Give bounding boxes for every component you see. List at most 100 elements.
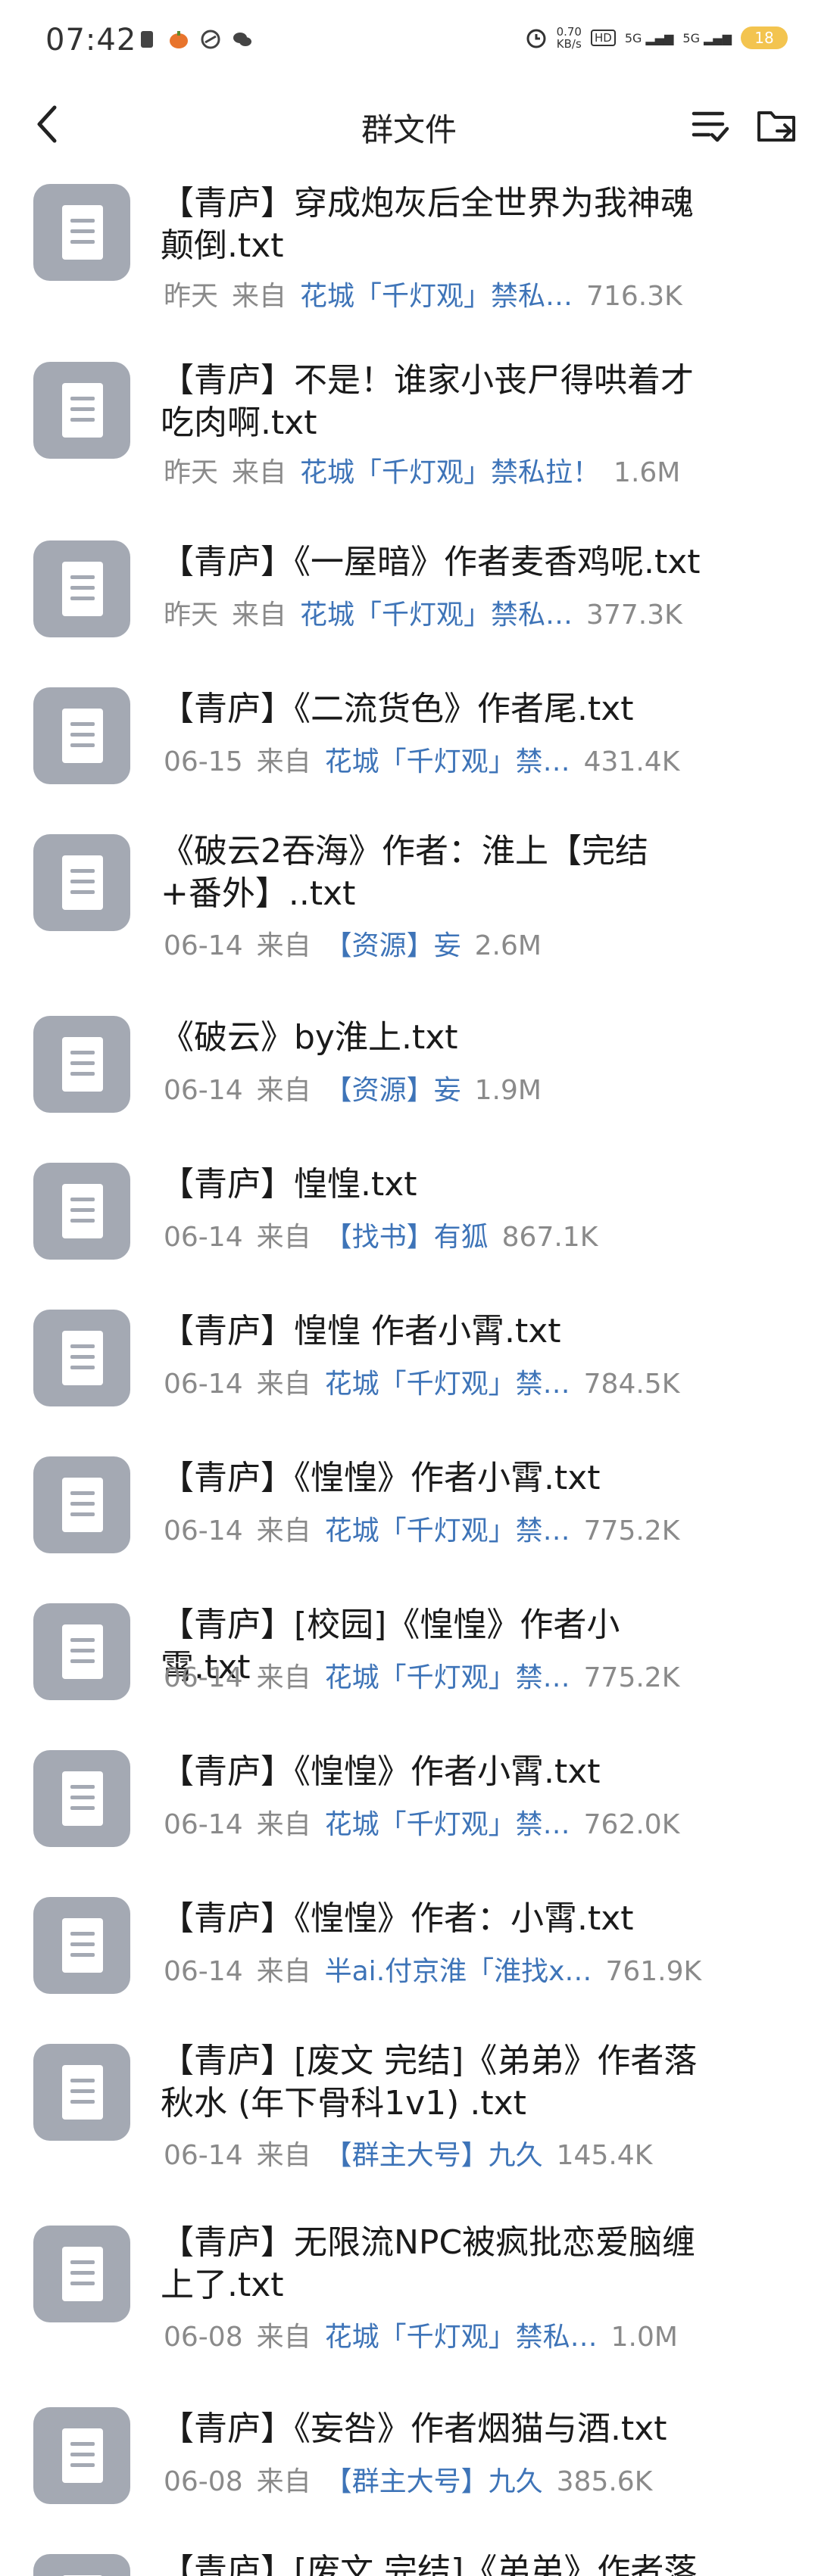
file-from-label: 来自 bbox=[256, 1809, 311, 1840]
file-date: 昨天 bbox=[164, 281, 219, 312]
file-source[interactable]: 花城「千灯观」禁… bbox=[325, 1369, 570, 1400]
document-icon bbox=[33, 1456, 130, 1553]
file-name: 【青庐】无限流NPC被疯批恋爱脑缠上了.txt bbox=[161, 2223, 696, 2304]
folder-manage-button[interactable] bbox=[753, 101, 801, 150]
file-name: 【青庐】《惶惶》作者小霄.txt bbox=[161, 1459, 601, 1497]
file-from-label: 来自 bbox=[232, 600, 287, 631]
file-source[interactable]: 【资源】妄 bbox=[325, 1075, 461, 1106]
file-row[interactable]: 【青庐】[废文 完结]《弟弟》作者落 bbox=[0, 2541, 818, 2576]
file-source[interactable]: 花城「千灯观」禁… bbox=[325, 746, 570, 777]
network-speed: 0.70 KB/s bbox=[557, 26, 582, 50]
multi-select-button[interactable] bbox=[686, 101, 735, 150]
file-date: 06-14 bbox=[164, 1075, 243, 1106]
file-date: 06-14 bbox=[164, 1222, 243, 1253]
file-name: 《破云》by淮上.txt bbox=[161, 1018, 458, 1057]
file-size: 385.6K bbox=[556, 2466, 653, 2497]
file-meta: 06-14 来自 【找书】有狐 867.1K bbox=[164, 1221, 598, 1254]
file-size: 716.3K bbox=[586, 281, 682, 312]
battery-indicator: 18 bbox=[741, 26, 788, 49]
file-row[interactable]: 【青庐】[废文 完结]《弟弟》作者落秋水 (年下骨科1v1) .txt 06-1… bbox=[0, 2031, 818, 2213]
file-date: 06-14 bbox=[164, 1809, 243, 1840]
file-from-label: 来自 bbox=[256, 746, 311, 777]
file-name: 【青庐】惶惶.txt bbox=[161, 1165, 417, 1204]
file-row[interactable]: 【青庐】[校园]《惶惶》作者小霄.txt 06-14 来自 花城「千灯观」禁… 775… bbox=[0, 1590, 818, 1737]
file-from-label: 来自 bbox=[256, 1662, 311, 1693]
signal-5g-2-label: 5G bbox=[682, 30, 700, 45]
file-source[interactable]: 花城「千灯观」禁私… bbox=[325, 2322, 598, 2353]
file-row[interactable]: 【青庐】惶惶.txt 06-14 来自 【找书】有狐 867.1K bbox=[0, 1150, 818, 1297]
file-size: 867.1K bbox=[501, 1222, 598, 1253]
status-bar: 07:42 0.70 KB/s HD 5G ▂▄▆ 5G ▂▄▆ 18 bbox=[0, 0, 818, 91]
file-source[interactable]: 【找书】有狐 bbox=[325, 1222, 489, 1253]
file-row[interactable]: 【青庐】《一屋暗》作者麦香鸡呢.txt 昨天 来自 花城「千灯观」禁私… 377.3K bbox=[0, 528, 818, 674]
file-meta: 06-14 来自 【群主大号】九久 145.4K bbox=[164, 2139, 652, 2173]
file-size: 2.6M bbox=[474, 930, 542, 961]
file-size: 1.0M bbox=[610, 2322, 678, 2353]
file-row[interactable]: 《破云2吞海》作者：淮上【完结+番外】..txt 06-14 来自 【资源】妄 2.6… bbox=[0, 821, 818, 1003]
file-source[interactable]: 花城「千灯观」禁私… bbox=[300, 600, 573, 631]
file-name: 【青庐】《惶惶》作者：小霄.txt bbox=[161, 1899, 634, 1938]
file-source[interactable]: 花城「千灯观」禁… bbox=[325, 1662, 570, 1693]
file-name: 【青庐】[废文 完结]《弟弟》作者落秋水 (年下骨科1v1) .txt bbox=[161, 2042, 698, 2123]
file-size: 377.3K bbox=[586, 600, 682, 631]
document-icon bbox=[33, 1016, 130, 1113]
file-date: 06-14 bbox=[164, 930, 243, 961]
file-row[interactable]: 【青庐】穿成炮灰后全世界为我神魂颠倒.txt 昨天 来自 花城「千灯观」禁私… 716… bbox=[0, 170, 818, 349]
document-icon bbox=[33, 2044, 130, 2141]
file-size: 762.0K bbox=[583, 1809, 680, 1840]
network-speed-value: 0.70 bbox=[556, 25, 582, 39]
file-row[interactable]: 【青庐】《妄咎》作者烟猫与酒.txt 06-08 来自 【群主大号】九久 385.6K bbox=[0, 2394, 818, 2541]
file-source[interactable]: 花城「千灯观」禁私拉！ bbox=[300, 457, 600, 488]
document-icon bbox=[33, 184, 130, 281]
folder-settings-icon bbox=[757, 111, 795, 142]
document-icon bbox=[33, 1603, 130, 1700]
file-row[interactable]: 【青庐】《惶惶》作者小霄.txt 06-14 来自 花城「千灯观」禁… 775.2K bbox=[0, 1444, 818, 1590]
file-source[interactable]: 花城「千灯观」禁… bbox=[325, 1809, 570, 1840]
status-notification-icons bbox=[136, 29, 253, 50]
file-source[interactable]: 【群主大号】九久 bbox=[325, 2140, 543, 2171]
file-row[interactable]: 《破云》by淮上.txt 06-14 来自 【资源】妄 1.9M bbox=[0, 1003, 818, 1150]
file-date: 06-14 bbox=[164, 1956, 243, 1987]
file-meta: 06-14 来自 花城「千灯观」禁… 762.0K bbox=[164, 1808, 679, 1842]
file-source[interactable]: 【资源】妄 bbox=[325, 930, 461, 961]
file-from-label: 来自 bbox=[256, 1515, 311, 1547]
file-name: 【青庐】《惶惶》作者小霄.txt bbox=[161, 1752, 601, 1791]
file-row[interactable]: 【青庐】惶惶 作者小霄.txt 06-14 来自 花城「千灯观」禁… 784.5K bbox=[0, 1297, 818, 1444]
file-name: 【青庐】不是！谁家小丧尸得哄着才吃肉啊.txt bbox=[161, 361, 694, 442]
file-row[interactable]: 【青庐】《惶惶》作者：小霄.txt 06-14 来自 半ai.付京淮「淮找x… 761… bbox=[0, 1884, 818, 2031]
document-icon bbox=[33, 540, 130, 637]
file-from-label: 来自 bbox=[232, 457, 287, 488]
file-size: 1.9M bbox=[474, 1075, 542, 1106]
file-meta: 06-14 来自 【资源】妄 2.6M bbox=[164, 930, 542, 963]
file-date: 06-08 bbox=[164, 2466, 243, 2497]
file-meta: 06-08 来自 花城「千灯观」禁私… 1.0M bbox=[164, 2321, 678, 2354]
file-list: 【青庐】穿成炮灰后全世界为我神魂颠倒.txt 昨天 来自 花城「千灯观」禁私… 716… bbox=[0, 170, 818, 2576]
file-meta: 06-14 来自 半ai.付京淮「淮找x… 761.9K bbox=[164, 1955, 701, 1989]
file-date: 06-14 bbox=[164, 2140, 243, 2171]
file-meta: 06-14 来自 【资源】妄 1.9M bbox=[164, 1074, 542, 1107]
file-source[interactable]: 花城「千灯观」禁私… bbox=[300, 281, 573, 312]
file-name: 【青庐】惶惶 作者小霄.txt bbox=[161, 1312, 561, 1350]
file-meta: 06-14 来自 花城「千灯观」禁… 775.2K bbox=[164, 1662, 679, 1695]
file-date: 06-14 bbox=[164, 1662, 243, 1693]
file-size: 145.4K bbox=[556, 2140, 653, 2171]
file-meta: 昨天 来自 花城「千灯观」禁私… 377.3K bbox=[164, 599, 682, 632]
document-icon bbox=[33, 687, 130, 784]
pumpkin-icon bbox=[170, 31, 188, 48]
signal-bars-icon: ▂▄▆ bbox=[704, 30, 732, 45]
file-meta: 06-15 来自 花城「千灯观」禁… 431.4K bbox=[164, 746, 679, 779]
file-meta: 06-14 来自 花城「千灯观」禁… 784.5K bbox=[164, 1368, 679, 1401]
file-source[interactable]: 【群主大号】九久 bbox=[325, 2466, 543, 2497]
file-name: 【青庐】《一屋暗》作者麦香鸡呢.txt bbox=[161, 543, 701, 581]
file-meta: 昨天 来自 花城「千灯观」禁私拉！ 1.6M bbox=[164, 456, 680, 490]
file-from-label: 来自 bbox=[256, 1956, 311, 1987]
file-row[interactable]: 【青庐】《二流货色》作者尾.txt 06-15 来自 花城「千灯观」禁… 431.4K bbox=[0, 674, 818, 821]
file-source[interactable]: 半ai.付京淮「淮找x… bbox=[325, 1956, 592, 1987]
file-row[interactable]: 【青庐】无限流NPC被疯批恋爱脑缠上了.txt 06-08 来自 花城「千灯观」禁私… bbox=[0, 2213, 818, 2394]
file-row[interactable]: 【青庐】不是！谁家小丧尸得哄着才吃肉啊.txt 昨天 来自 花城「千灯观」禁私拉！ 1… bbox=[0, 349, 818, 528]
file-source[interactable]: 花城「千灯观」禁… bbox=[325, 1515, 570, 1547]
file-size: 761.9K bbox=[605, 1956, 702, 1987]
network-speed-unit: KB/s bbox=[556, 37, 582, 51]
file-from-label: 来自 bbox=[256, 2140, 311, 2171]
file-row[interactable]: 【青庐】《惶惶》作者小霄.txt 06-14 来自 花城「千灯观」禁… 762.0K bbox=[0, 1737, 818, 1884]
